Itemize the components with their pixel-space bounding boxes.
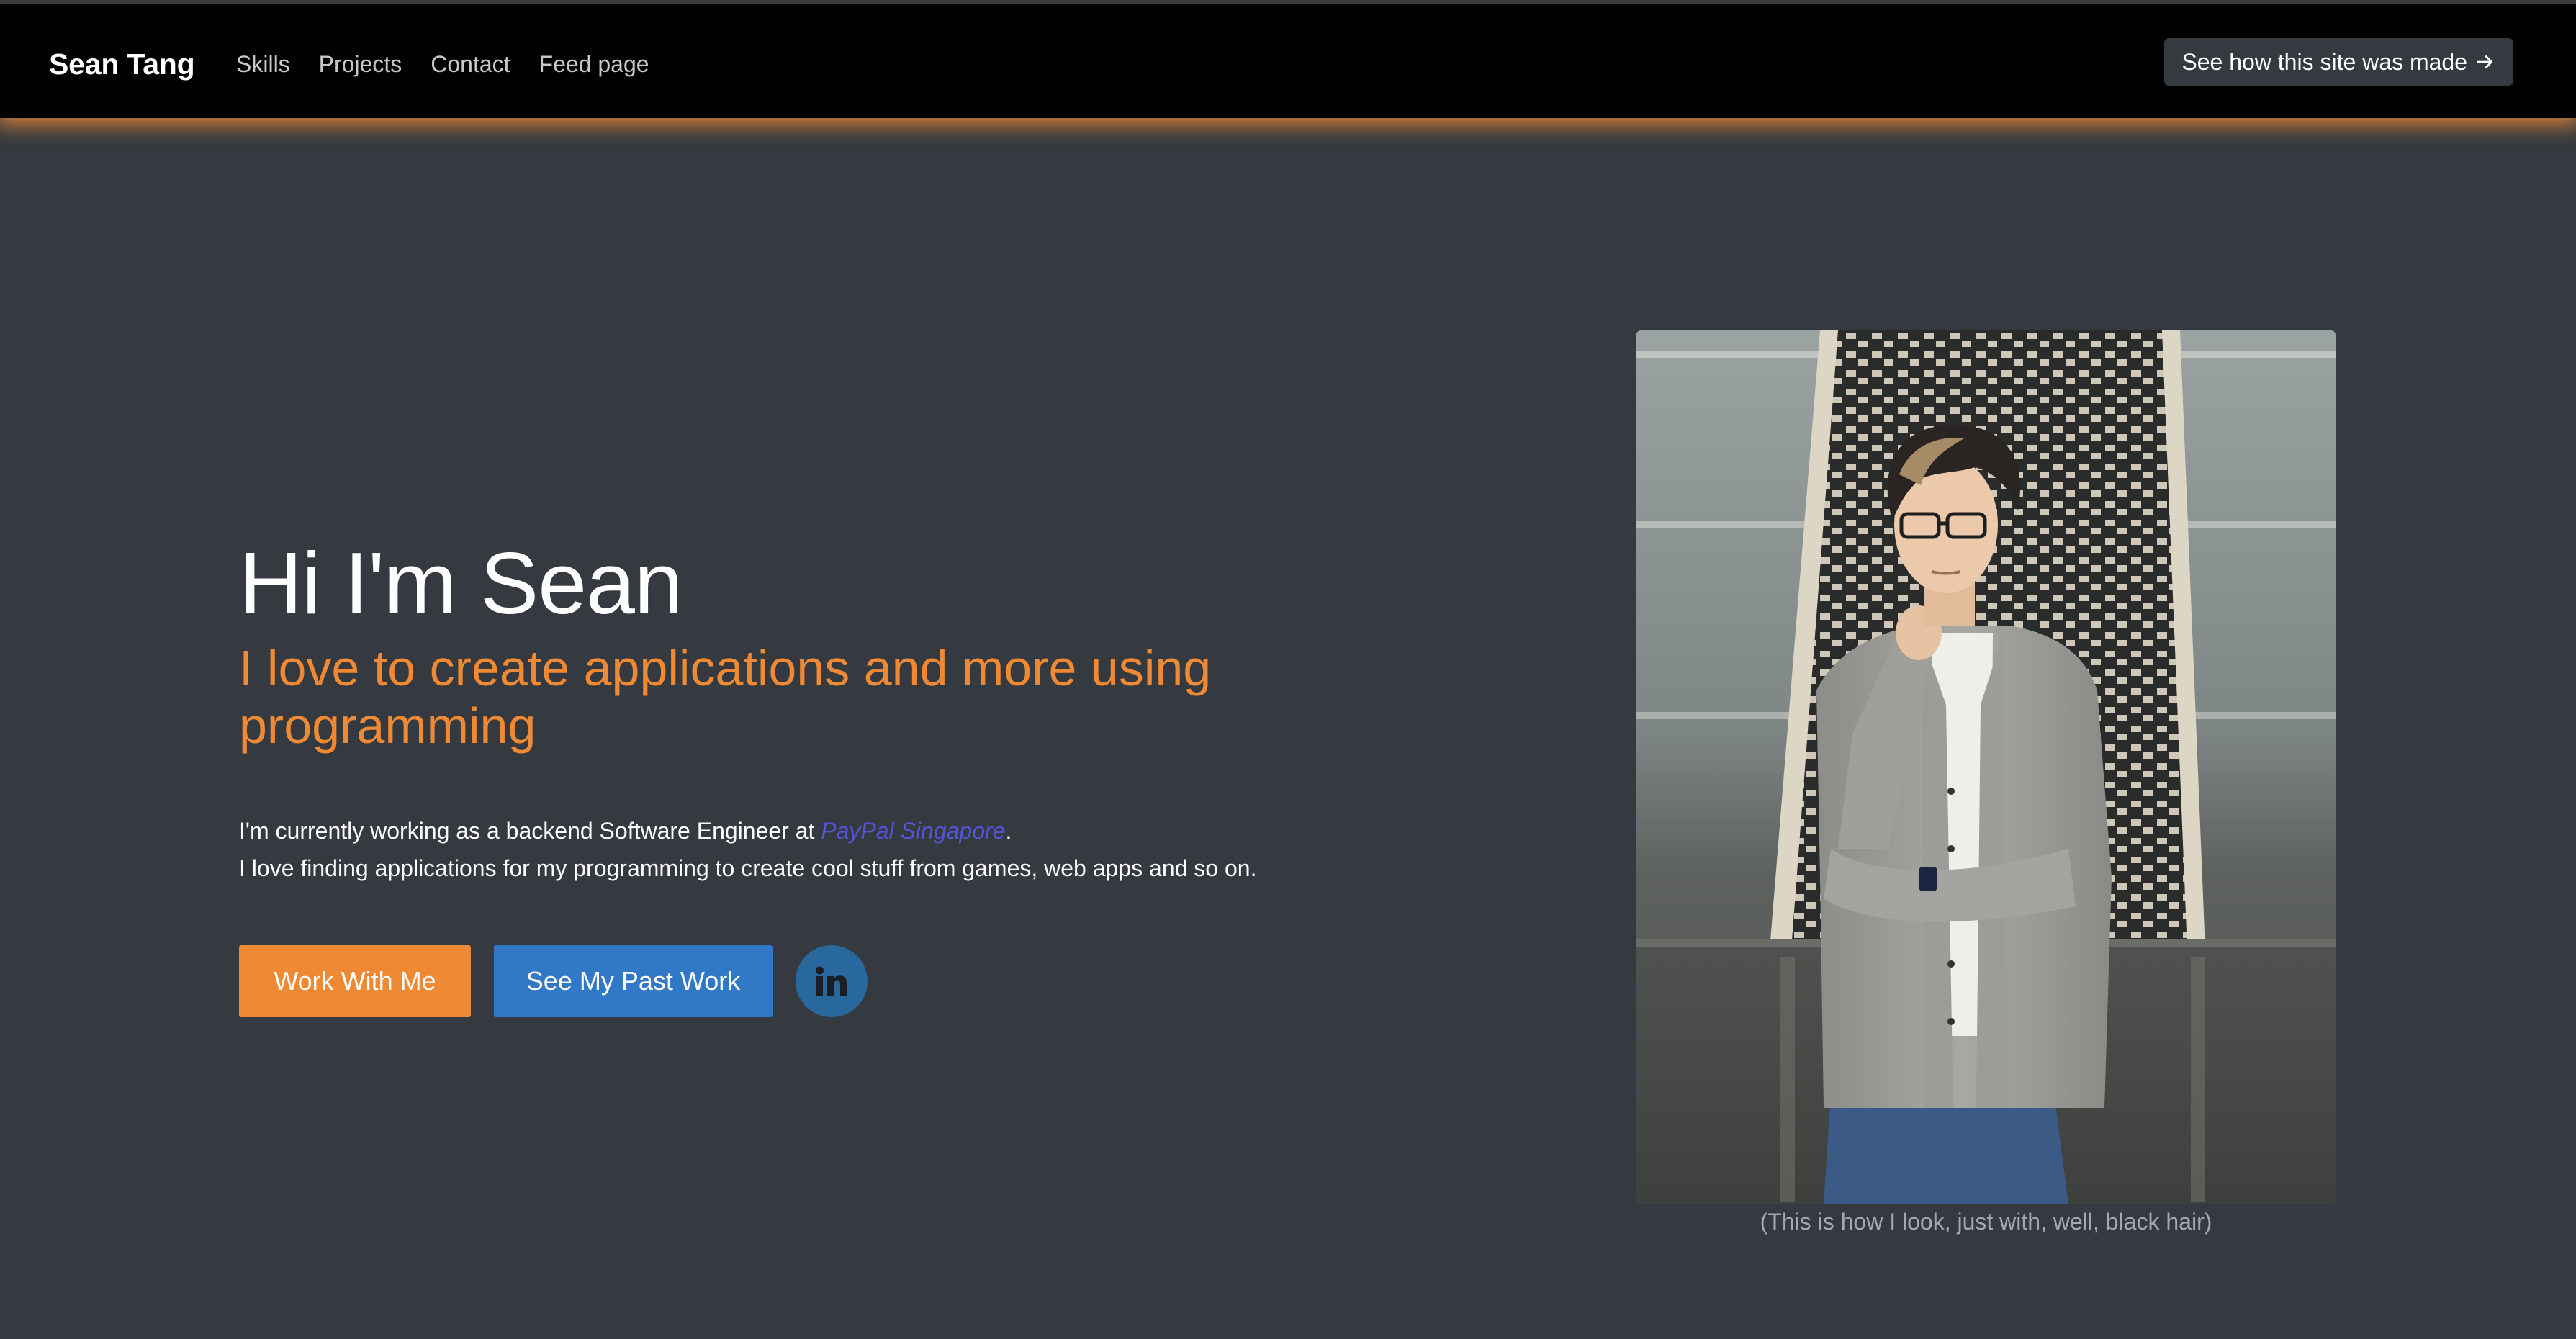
arrow-right-icon bbox=[2477, 55, 2493, 68]
hero-section: Hi I'm Sean I love to create application… bbox=[239, 533, 1319, 1017]
nav-link-projects[interactable]: Projects bbox=[319, 42, 402, 86]
nav-link-skills[interactable]: Skills bbox=[236, 42, 290, 86]
nav-link-feed-page[interactable]: Feed page bbox=[539, 42, 649, 86]
hero-description: I'm currently working as a backend Softw… bbox=[239, 812, 1319, 887]
line1-suffix: . bbox=[1005, 818, 1012, 844]
see-how-site-made-button[interactable]: See how this site was made bbox=[2164, 38, 2513, 86]
line1-prefix: I'm currently working as a backend Softw… bbox=[239, 818, 821, 844]
work-with-me-button[interactable]: Work With Me bbox=[239, 945, 471, 1017]
hero-description-line1: I'm currently working as a backend Softw… bbox=[239, 812, 1319, 849]
nav-link-contact[interactable]: Contact bbox=[431, 42, 510, 86]
hero-title: Hi I'm Sean bbox=[239, 534, 683, 632]
linkedin-button[interactable] bbox=[796, 945, 868, 1017]
linkedin-icon bbox=[816, 966, 847, 996]
hero-subtitle: I love to create applications and more u… bbox=[239, 640, 1212, 754]
see-past-work-button[interactable]: See My Past Work bbox=[494, 945, 773, 1017]
hero-buttons: Work With Me See My Past Work bbox=[239, 945, 868, 1017]
profile-photo-section: (This is how I look, just with, well, bl… bbox=[1636, 330, 2336, 1240]
paypal-singapore-link[interactable]: PayPal Singapore bbox=[821, 818, 1005, 844]
top-navbar: Sean Tang Skills Projects Contact Feed p… bbox=[0, 0, 2576, 118]
brand-link[interactable]: Sean Tang bbox=[49, 42, 195, 86]
nav-links: Skills Projects Contact Feed page bbox=[236, 42, 678, 86]
photo-caption: (This is how I look, just with, well, bl… bbox=[1760, 1209, 2212, 1235]
see-how-site-made-label: See how this site was made bbox=[2181, 49, 2467, 75]
profile-photo bbox=[1636, 330, 2336, 1204]
hero-description-line2: I love finding applications for my progr… bbox=[239, 855, 1257, 881]
